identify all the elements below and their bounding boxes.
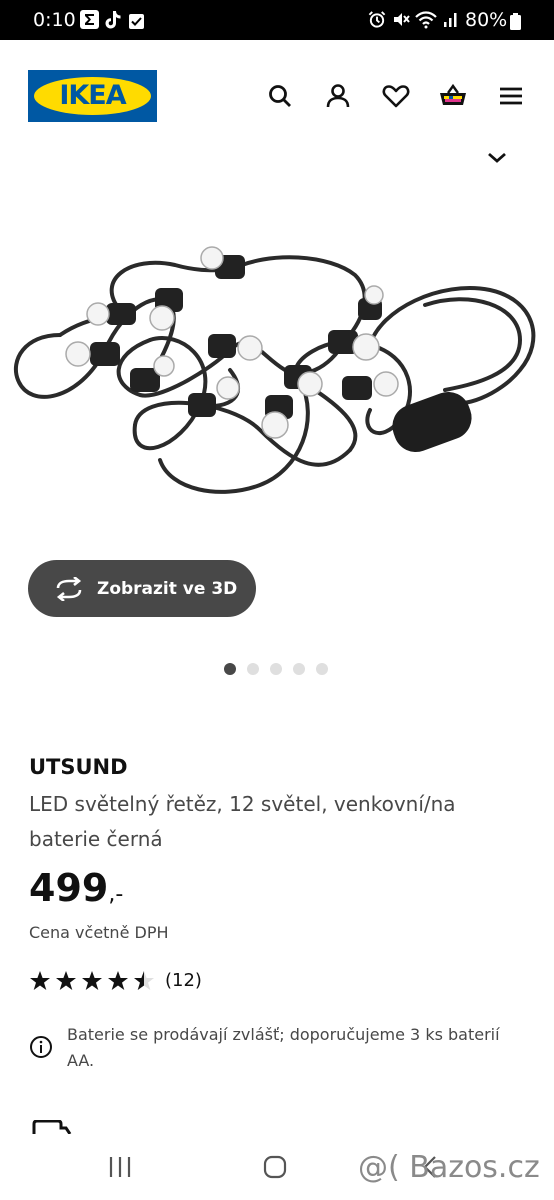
signal-icon <box>444 13 457 27</box>
shopping-basket-icon[interactable] <box>437 80 469 112</box>
menu-icon[interactable] <box>495 80 527 112</box>
rotate-3d-icon <box>56 577 82 601</box>
rating-stars[interactable] <box>29 970 154 992</box>
status-bar: 0:10 80% <box>0 0 554 40</box>
carousel-dot[interactable] <box>247 663 259 675</box>
bazos-watermark: @( Bazos.cz <box>358 1150 540 1185</box>
review-count[interactable]: (12) <box>165 970 202 991</box>
product-name: UTSUND <box>29 755 128 779</box>
recent-apps-icon[interactable] <box>108 1154 132 1180</box>
logo-text: IKEA <box>59 80 126 111</box>
battery-note: Baterie se prodávají zvlášť; doporučujem… <box>67 1025 500 1070</box>
alarm-icon <box>368 11 386 28</box>
view-3d-button[interactable]: Zobrazit ve 3D <box>28 560 256 617</box>
star-half-icon <box>134 971 154 990</box>
product-price: 499,- <box>29 866 123 910</box>
view-3d-label: Zobrazit ve 3D <box>97 579 238 599</box>
sigma-icon <box>80 10 99 29</box>
carousel-dot[interactable] <box>224 663 236 675</box>
search-icon[interactable] <box>264 80 296 112</box>
ikea-logo[interactable]: IKEA <box>28 70 157 122</box>
delivery-truck-icon <box>32 1120 72 1134</box>
site-header: IKEA <box>0 40 554 150</box>
status-time: 0:10 <box>33 9 76 31</box>
star-icon <box>108 971 128 990</box>
profile-icon[interactable] <box>322 80 354 112</box>
check-box-icon <box>129 14 144 29</box>
chevron-down-icon[interactable] <box>484 150 510 166</box>
price-vat-note: Cena včetně DPH <box>29 923 169 942</box>
price-suffix: ,- <box>108 882 124 907</box>
home-icon[interactable] <box>262 1154 288 1180</box>
mute-icon <box>394 13 410 26</box>
carousel-dot[interactable] <box>270 663 282 675</box>
tiktok-icon <box>105 11 121 29</box>
star-icon <box>82 971 102 990</box>
price-value: 499 <box>29 866 109 910</box>
product-image[interactable] <box>0 210 554 510</box>
carousel-dot[interactable] <box>316 663 328 675</box>
battery-icon <box>510 13 521 30</box>
carousel-dot[interactable] <box>293 663 305 675</box>
star-icon <box>30 971 50 990</box>
wifi-icon <box>415 11 437 29</box>
product-description: LED světelný řetěz, 12 světel, venkovní/… <box>29 792 456 851</box>
info-icon <box>30 1036 52 1058</box>
favorites-heart-icon[interactable] <box>380 80 412 112</box>
star-icon <box>56 971 76 990</box>
battery-level: 80% <box>465 9 508 31</box>
